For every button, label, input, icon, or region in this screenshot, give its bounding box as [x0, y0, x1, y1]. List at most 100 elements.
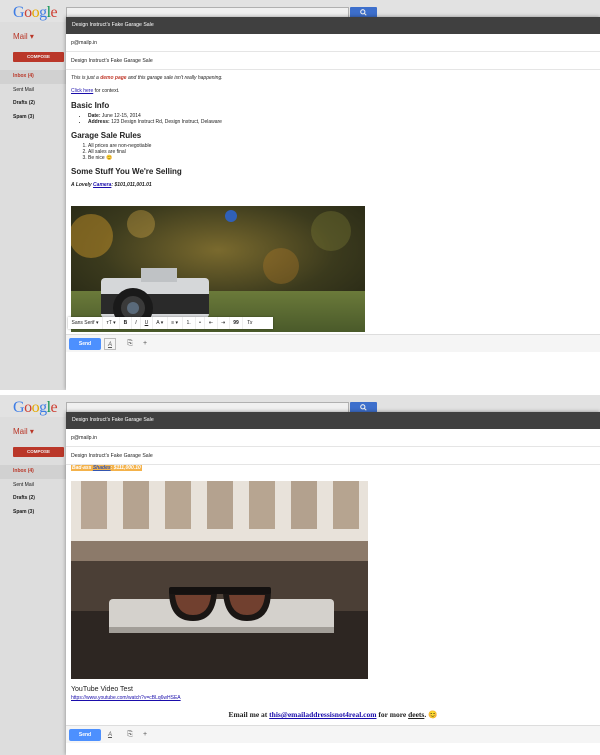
format-toolbar: Sans Serif ▾ тT ▾ B I U A ▾ ≡ ▾ ⒈ • ⇤ ⇥ …: [68, 317, 273, 329]
subject-field[interactable]: Design Instruct's Fake Garage Sale: [66, 447, 600, 465]
address-label: Address:: [88, 119, 110, 125]
intro-text: This is just a: [71, 75, 101, 81]
email-text: Email me at: [228, 710, 270, 719]
compose-button[interactable]: COMPOSE: [13, 52, 64, 62]
font-size-select[interactable]: тT ▾: [103, 317, 121, 329]
email-text: for more: [376, 710, 409, 719]
gmail-screen-top: Google Mail ▾ COMPOSE Inbox (4) Sent Mai…: [0, 0, 600, 390]
email-body[interactable]: Bad-ass Shades: $111,000.10: [71, 465, 591, 471]
google-logo[interactable]: Google: [13, 399, 58, 417]
sunglasses-photo[interactable]: [71, 481, 368, 679]
youtube-title: YouTube Video Test: [71, 686, 133, 693]
attach-icon[interactable]: ⎘: [124, 338, 136, 350]
email-body[interactable]: This is just a demo page and this garage…: [71, 73, 591, 188]
sidebar-nav: Inbox (4) Sent Mail Drafts (2) Spam (3): [0, 70, 66, 124]
context-text: for context.: [93, 88, 120, 94]
sunglasses-photo-art: [71, 481, 368, 679]
logo-letter: o: [31, 4, 40, 21]
intro-text: and this garage sale isn't really happen…: [126, 75, 223, 81]
shades-price: : $111,000.10: [110, 465, 141, 471]
logo-letter: G: [13, 399, 25, 416]
to-field[interactable]: p@mailp.in: [66, 34, 600, 52]
sidebar-item-drafts[interactable]: Drafts (2): [0, 97, 66, 111]
logo-letter: g: [39, 4, 47, 21]
quote-button[interactable]: 99: [230, 317, 244, 329]
basic-info-heading: Basic Info: [71, 101, 110, 110]
email-text: . 😊: [424, 710, 438, 719]
intro-line: This is just a demo page and this garage…: [71, 75, 591, 81]
logo-letter: o: [24, 399, 32, 416]
more-options-icon[interactable]: +: [139, 338, 151, 350]
rules-list: All prices are non-negotiable All sales …: [88, 143, 591, 161]
shades-link[interactable]: Shades: [93, 465, 111, 471]
rules-heading: Garage Sale Rules: [71, 131, 142, 140]
sidebar-item-spam[interactable]: Spam (3): [0, 506, 66, 520]
basic-info-list: Date: June 12-15, 2014 Address: 123 Desi…: [88, 113, 591, 125]
sidebar-item-spam[interactable]: Spam (3): [0, 111, 66, 125]
camera-link[interactable]: Camera: [93, 182, 111, 188]
compose-title[interactable]: Design Instruct's Fake Garage Sale: [66, 412, 600, 429]
camera-photo[interactable]: [71, 206, 365, 332]
send-button[interactable]: Send: [69, 338, 101, 350]
numbered-list-button[interactable]: ⒈: [183, 317, 196, 329]
sidebar-item-inbox[interactable]: Inbox (4): [0, 70, 66, 84]
sidebar-nav: Inbox (4) Sent Mail Drafts (2) Spam (3): [0, 465, 66, 519]
more-options-icon[interactable]: +: [139, 729, 151, 741]
compose-footer: Send A ⎘ +: [66, 725, 600, 743]
mail-menu[interactable]: Mail ▾: [13, 427, 34, 436]
format-options-icon[interactable]: A: [104, 729, 116, 741]
logo-letter: e: [50, 4, 58, 21]
context-line: Click here for context.: [71, 88, 591, 94]
bulleted-list-button[interactable]: •: [196, 317, 206, 329]
sidebar-item-drafts[interactable]: Drafts (2): [0, 492, 66, 506]
align-button[interactable]: ≡ ▾: [168, 317, 183, 329]
underline-button[interactable]: U: [141, 317, 153, 329]
shades-text: Bad-ass: [72, 465, 93, 471]
deets-text: deets: [408, 710, 425, 719]
list-item: Be nice 😊: [88, 155, 591, 161]
logo-letter: g: [39, 399, 47, 416]
logo-letter: o: [24, 4, 32, 21]
send-button[interactable]: Send: [69, 729, 101, 741]
text-color-button[interactable]: A ▾: [153, 317, 168, 329]
demo-page-text: demo page: [100, 75, 127, 81]
camera-photo-art: [71, 206, 365, 332]
indent-less-button[interactable]: ⇤: [205, 317, 218, 329]
attach-icon[interactable]: ⎘: [124, 729, 136, 741]
compose-window: Design Instruct's Fake Garage Sale p@mai…: [66, 412, 600, 755]
mail-menu[interactable]: Mail ▾: [13, 32, 34, 41]
compose-window: Design Instruct's Fake Garage Sale p@mai…: [66, 17, 600, 390]
sidebar-item-sent[interactable]: Sent Mail: [0, 84, 66, 98]
search-icon: [360, 404, 367, 411]
click-here-link[interactable]: Click here: [71, 88, 93, 94]
format-options-icon[interactable]: A: [104, 338, 116, 350]
google-logo[interactable]: Google: [13, 4, 58, 22]
camera-caption: A Lovely Camera: $101,011,001.01: [71, 182, 591, 188]
logo-letter: e: [50, 399, 58, 416]
logo-letter: o: [31, 399, 40, 416]
address-value: 123 Design Instruct Rd, Design Instruct,…: [109, 119, 222, 125]
italic-button[interactable]: I: [132, 317, 142, 329]
email-contact-line: Email me at this@emailaddressisnot4real.…: [66, 710, 600, 719]
search-icon: [360, 9, 367, 16]
selling-heading: Some Stuff You We're Selling: [71, 167, 182, 176]
camera-text: A Lovely: [71, 182, 94, 188]
compose-title[interactable]: Design Instruct's Fake Garage Sale: [66, 17, 600, 34]
compose-button[interactable]: COMPOSE: [13, 447, 64, 457]
youtube-link[interactable]: https://www.youtube.com/watch?v=cBLq6wHS…: [71, 695, 181, 701]
gmail-screen-bottom: Google Mail ▾ COMPOSE Inbox (4) Sent Mai…: [0, 395, 600, 755]
font-select[interactable]: Sans Serif ▾: [68, 317, 103, 329]
compose-footer: Send A ⎘ +: [66, 334, 600, 352]
camera-price: : $101,011,001.01: [111, 182, 152, 188]
indent-more-button[interactable]: ⇥: [218, 317, 230, 329]
logo-letter: G: [13, 4, 25, 21]
clear-format-button[interactable]: Tx: [243, 317, 256, 329]
sidebar-item-sent[interactable]: Sent Mail: [0, 479, 66, 493]
shades-caption: Bad-ass Shades: $111,000.10: [71, 465, 142, 471]
list-item: Address: 123 Design Instruct Rd, Design …: [88, 119, 591, 125]
sidebar-item-inbox[interactable]: Inbox (4): [0, 465, 66, 479]
email-address-link[interactable]: this@emailaddressisnot4real.com: [269, 710, 376, 719]
bold-button[interactable]: B: [120, 317, 132, 329]
to-field[interactable]: p@mailp.in: [66, 429, 600, 447]
subject-field[interactable]: Design Instruct's Fake Garage Sale: [66, 52, 600, 70]
